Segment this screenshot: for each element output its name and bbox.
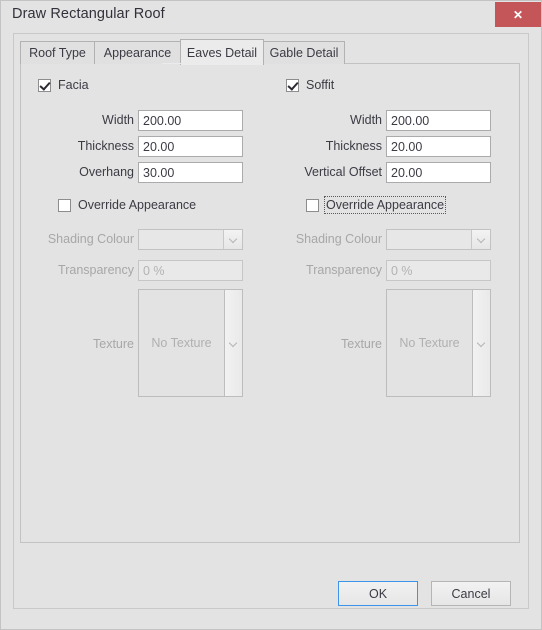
active-tab-notch [162,63,244,64]
close-button[interactable]: ✕ [495,2,541,27]
ok-button[interactable]: OK [338,581,418,606]
checkbox-icon [286,78,299,92]
soffit-shading-colour-label: Shading Colour [295,232,382,246]
cancel-button-label: Cancel [451,586,491,601]
facia-enable-checkbox[interactable]: Facia [38,78,89,92]
ok-button-label: OK [368,586,388,601]
facia-group: Facia Width Thickness Overhang Override … [21,64,271,544]
facia-transparency-row: Transparency [21,260,271,281]
facia-overhang-label: Overhang [79,165,134,179]
soffit-thickness-input[interactable] [386,136,491,157]
facia-thickness-label: Thickness [77,139,134,153]
soffit-enable-label: Soffit [306,78,335,92]
soffit-width-label: Width [350,113,382,127]
soffit-width-row: Width [269,110,519,131]
checkbox-icon [306,198,319,212]
soffit-group: Soffit Width Thickness Vertical Offset O… [269,64,519,544]
facia-shading-colour-combo[interactable] [138,229,243,250]
soffit-texture-body: No Texture [387,290,472,396]
soffit-shading-colour-row: Shading Colour [269,229,519,250]
facia-transparency-input[interactable] [138,260,243,281]
soffit-thickness-label: Thickness [325,139,382,153]
tab-label: Eaves Detail [186,45,258,60]
soffit-transparency-input[interactable] [386,260,491,281]
facia-texture-label: Texture [93,337,134,351]
chevron-down-icon[interactable] [223,230,242,249]
cancel-button[interactable]: Cancel [431,581,511,606]
facia-width-row: Width [21,110,271,131]
tab-label: Roof Type [29,46,86,60]
facia-shading-colour-row: Shading Colour [21,229,271,250]
eaves-detail-panel: Facia Width Thickness Overhang Override … [20,63,520,543]
facia-shading-colour-value [139,230,223,249]
checkbox-icon [38,78,51,92]
soffit-shading-colour-value [387,230,471,249]
soffit-vertical-offset-row: Vertical Offset [269,162,519,183]
tab-appearance[interactable]: Appearance [94,41,181,64]
tab-eaves-detail[interactable]: Eaves Detail [180,39,264,65]
facia-texture-body: No Texture [139,290,224,396]
facia-texture-value: No Texture [151,336,212,350]
soffit-texture-listbox[interactable]: No Texture [386,289,491,397]
tab-roof-type[interactable]: Roof Type [20,41,95,64]
soffit-thickness-row: Thickness [269,136,519,157]
chevron-down-icon [478,340,485,347]
soffit-vertical-offset-label: Vertical Offset [304,165,382,179]
close-icon: ✕ [512,7,524,22]
facia-override-appearance-checkbox[interactable]: Override Appearance [58,198,196,212]
facia-texture-scrollbar[interactable] [224,290,242,396]
soffit-override-appearance-label: Override Appearance [323,196,447,214]
chevron-down-icon [230,340,237,347]
tab-gable-detail[interactable]: Gable Detail [263,41,345,64]
facia-enable-label: Facia [58,78,89,92]
soffit-transparency-label: Transparency [306,263,382,277]
soffit-enable-checkbox[interactable]: Soffit [286,78,334,92]
facia-overhang-row: Overhang [21,162,271,183]
title-bar: Draw Rectangular Roof ✕ [1,1,541,31]
facia-thickness-row: Thickness [21,136,271,157]
soffit-texture-label: Texture [341,337,382,351]
soffit-width-input[interactable] [386,110,491,131]
facia-transparency-label: Transparency [58,263,134,277]
chevron-down-icon[interactable] [471,230,490,249]
soffit-shading-colour-combo[interactable] [386,229,491,250]
soffit-override-appearance-checkbox[interactable]: Override Appearance [306,196,447,214]
facia-width-input[interactable] [138,110,243,131]
soffit-texture-value: No Texture [399,336,460,350]
facia-thickness-input[interactable] [138,136,243,157]
window-title: Draw Rectangular Roof [12,6,165,22]
tab-label: Appearance [103,46,172,60]
soffit-texture-row: Texture No Texture [269,289,519,399]
facia-texture-listbox[interactable]: No Texture [138,289,243,397]
facia-width-label: Width [102,113,134,127]
tab-strip: Roof Type Appearance Eaves Detail Gable … [20,39,520,65]
facia-shading-colour-label: Shading Colour [47,232,134,246]
tab-label: Gable Detail [269,46,339,60]
facia-override-appearance-label: Override Appearance [78,198,197,212]
facia-overhang-input[interactable] [138,162,243,183]
soffit-texture-scrollbar[interactable] [472,290,490,396]
dialog-window: Draw Rectangular Roof ✕ Roof Type Appear… [0,0,542,630]
checkbox-icon [58,198,71,212]
soffit-transparency-row: Transparency [269,260,519,281]
facia-texture-row: Texture No Texture [21,289,271,399]
soffit-vertical-offset-input[interactable] [386,162,491,183]
